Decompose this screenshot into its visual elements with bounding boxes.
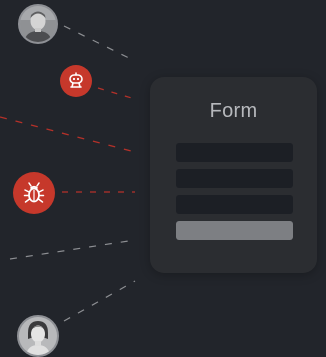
man-avatar-icon (20, 6, 56, 42)
link-user-bottom (63, 280, 136, 322)
link-left-gray (9, 239, 136, 260)
form-input-1[interactable] (176, 143, 293, 162)
link-left-red (0, 116, 136, 153)
robot-icon (69, 72, 83, 88)
bot-node (60, 65, 92, 97)
bug-node (13, 172, 55, 214)
form-input-2[interactable] (176, 169, 293, 188)
form-title: Form (209, 100, 258, 122)
woman-avatar-icon (19, 317, 57, 355)
link-bot (97, 87, 136, 100)
form-card: Form (150, 77, 317, 273)
form-submit-button[interactable] (176, 221, 293, 240)
bug-icon (23, 182, 45, 203)
form-input-3[interactable] (176, 195, 293, 214)
user-avatar-top (18, 4, 58, 44)
user-avatar-bottom (17, 315, 59, 357)
diagram-scene: Form (0, 0, 326, 357)
link-user-top (63, 25, 136, 62)
